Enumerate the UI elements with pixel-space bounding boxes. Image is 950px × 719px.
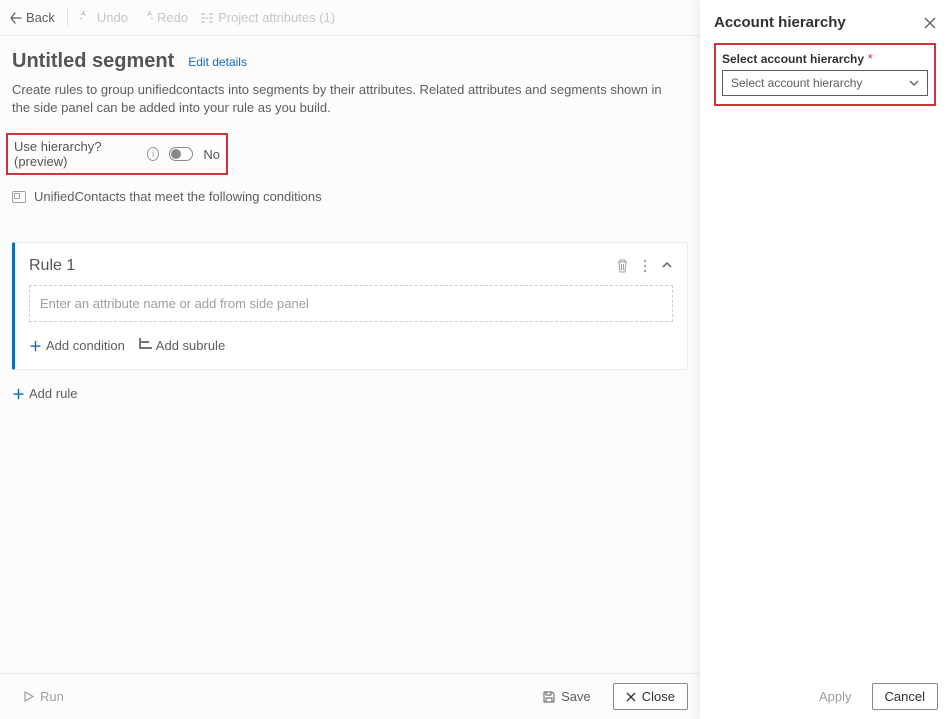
side-panel-header: Account hierarchy [700,0,950,39]
save-icon [543,691,555,703]
conditions-text: UnifiedContacts that meet the following … [34,189,322,204]
contacts-icon [12,191,26,203]
undo-label: Undo [97,10,128,25]
redo-label: Redo [157,10,188,25]
add-rule-label: Add rule [29,386,77,401]
page-title: Untitled segment [12,50,174,73]
use-hierarchy-toggle[interactable] [169,147,193,161]
select-hierarchy-highlight: Select account hierarchy * Select accoun… [714,43,936,106]
branch-icon [139,338,152,349]
conditions-row: UnifiedContacts that meet the following … [0,181,700,212]
project-attributes-label: Project attributes (1) [218,10,335,25]
add-subrule-label: Add subrule [156,338,225,353]
select-hierarchy-label: Select account hierarchy * [722,51,928,66]
cancel-button[interactable]: Cancel [872,683,938,710]
side-panel-footer: Apply Cancel [700,673,950,719]
back-label: Back [26,10,55,25]
run-button[interactable]: Run [12,684,76,709]
apply-label: Apply [819,689,852,704]
page-header: Untitled segment Edit details Create rul… [0,36,700,123]
add-condition-button[interactable]: ＋ Add condition [29,336,125,355]
close-icon [626,692,636,702]
use-hierarchy-row: Use hierarchy? (preview) i No [6,133,228,175]
chevron-down-icon [909,78,919,88]
rule-actions-icons [616,259,673,273]
edit-details-link[interactable]: Edit details [188,55,247,69]
segment-builder-main: Back Undo Redo Project attributes (1) Un… [0,0,700,719]
account-hierarchy-panel: Account hierarchy Select account hierarc… [700,0,950,719]
redo-button[interactable]: Redo [140,10,188,25]
close-icon [924,17,936,29]
close-button[interactable]: Close [613,683,688,710]
select-hierarchy-value: Select account hierarchy [731,76,862,90]
info-icon[interactable]: i [147,147,159,161]
top-toolbar: Back Undo Redo Project attributes (1) [0,0,700,36]
select-hierarchy-dropdown[interactable]: Select account hierarchy [722,70,928,96]
delete-icon[interactable] [616,259,629,273]
toolbar-divider [67,9,68,27]
project-attributes-button[interactable]: Project attributes (1) [200,10,335,25]
attribute-input[interactable]: Enter an attribute name or add from side… [29,285,673,322]
add-rule-button[interactable]: ＋ Add rule [0,370,700,417]
redo-icon [140,11,153,24]
plus-icon: ＋ [12,384,25,403]
run-label: Run [40,689,64,704]
add-subrule-button[interactable]: Add subrule [139,336,225,355]
page-description: Create rules to group unifiedcontacts in… [12,81,672,117]
add-condition-label: Add condition [46,338,125,353]
cancel-label: Cancel [885,689,925,704]
play-icon [24,691,34,702]
project-attributes-icon [200,12,214,24]
back-arrow-icon [10,12,22,24]
required-asterisk: * [868,51,873,66]
use-hierarchy-value: No [203,147,220,162]
save-button[interactable]: Save [531,684,603,709]
close-label: Close [642,689,675,704]
footer-bar: Run Save Close [0,673,700,719]
use-hierarchy-label: Use hierarchy? (preview) [14,139,137,169]
undo-icon [80,11,93,24]
undo-button[interactable]: Undo [80,10,128,25]
rule-header: Rule 1 [15,243,687,285]
back-button[interactable]: Back [10,10,55,25]
plus-icon: ＋ [29,336,42,355]
collapse-icon[interactable] [661,259,673,271]
rule-card: Rule 1 Enter an attribute name or add fr… [12,242,688,370]
more-icon[interactable] [643,259,647,273]
side-panel-title: Account hierarchy [714,14,846,31]
save-label: Save [561,689,591,704]
rule-name[interactable]: Rule 1 [29,257,75,275]
side-panel-close-button[interactable] [924,17,936,29]
apply-button[interactable]: Apply [807,684,864,709]
